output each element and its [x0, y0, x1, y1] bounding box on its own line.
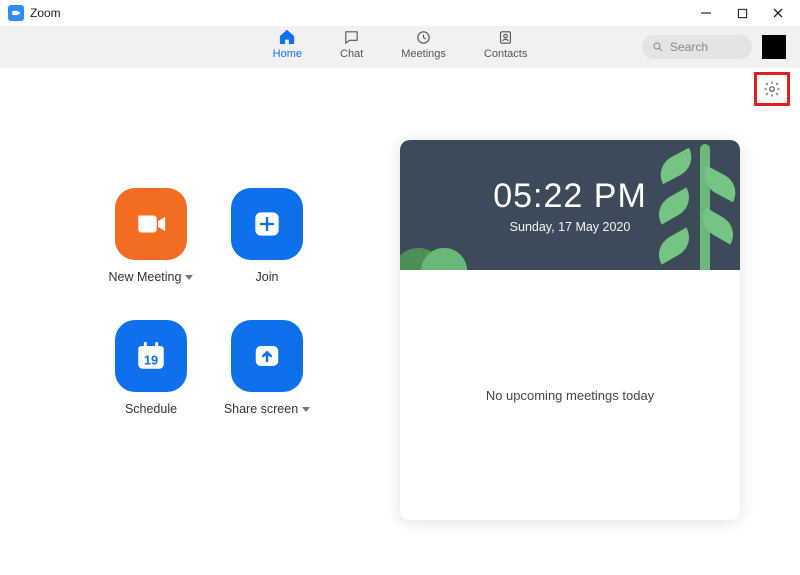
nav-label: Meetings: [401, 48, 446, 60]
action-label: Join: [256, 270, 279, 284]
nav-tab-contacts[interactable]: Contacts: [484, 28, 527, 60]
calendar-icon: 19: [134, 339, 168, 373]
top-navigation: Search: [0, 26, 800, 68]
panel-header: 05:22 PM Sunday, 17 May 2020: [400, 140, 740, 270]
video-icon: [134, 207, 168, 241]
svg-text:19: 19: [144, 353, 158, 368]
schedule-button[interactable]: 19 Schedule: [96, 320, 206, 416]
new-meeting-button[interactable]: New Meeting: [96, 188, 206, 284]
chat-icon: [343, 28, 360, 46]
search-input[interactable]: Search: [642, 35, 752, 59]
window-minimize-button[interactable]: [688, 0, 724, 26]
window-maximize-button[interactable]: [724, 0, 760, 26]
window-close-button[interactable]: [760, 0, 796, 26]
join-button[interactable]: Join: [212, 188, 322, 284]
action-label: Share screen: [224, 402, 298, 416]
zoom-app-icon: [8, 5, 24, 21]
nav-label: Contacts: [484, 48, 527, 60]
search-icon: [652, 41, 664, 53]
nav-label: Home: [273, 48, 302, 60]
plus-icon: [253, 210, 281, 238]
action-label: New Meeting: [109, 270, 182, 284]
contacts-icon: [497, 28, 514, 46]
nav-tab-home[interactable]: Home: [273, 28, 302, 60]
nav-tab-meetings[interactable]: Meetings: [401, 28, 446, 60]
chevron-down-icon: [302, 407, 310, 412]
nav-label: Chat: [340, 48, 363, 60]
search-placeholder: Search: [670, 40, 708, 54]
clock-icon: [415, 28, 432, 46]
profile-avatar[interactable]: [762, 35, 786, 59]
clock-date: Sunday, 17 May 2020: [510, 220, 631, 234]
home-icon: [278, 28, 296, 46]
share-screen-button[interactable]: Share screen: [212, 320, 322, 416]
chevron-down-icon: [185, 275, 193, 280]
clock-time: 05:22 PM: [493, 177, 647, 216]
window-title: Zoom: [30, 6, 61, 20]
window-titlebar: Zoom: [0, 0, 800, 26]
action-label: Schedule: [125, 402, 177, 416]
share-icon: [252, 341, 282, 371]
main-content: New Meeting Join 19: [0, 68, 800, 575]
no-meetings-message: No upcoming meetings today: [486, 388, 654, 403]
meetings-panel: 05:22 PM Sunday, 17 May 2020 No upcoming…: [400, 140, 740, 520]
nav-tab-chat[interactable]: Chat: [340, 28, 363, 60]
